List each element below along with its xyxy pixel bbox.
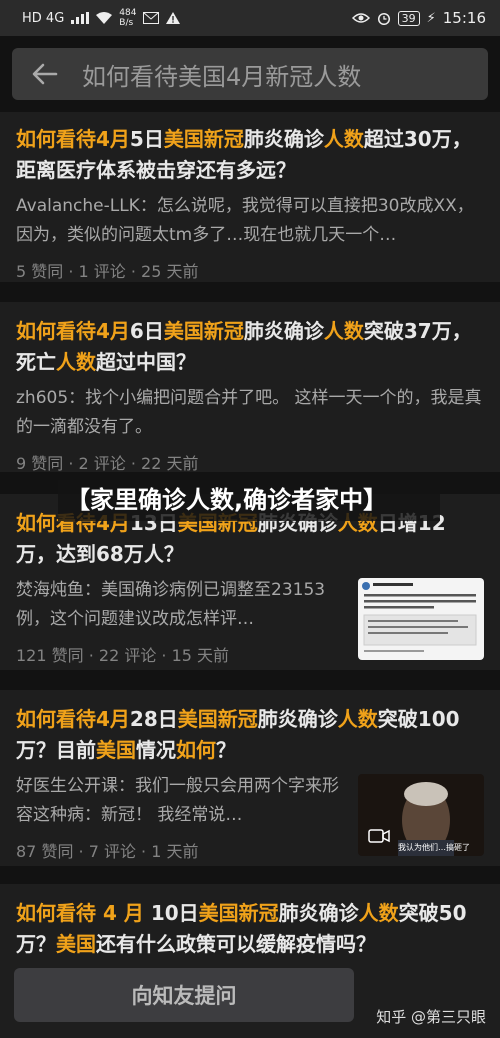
search-query[interactable]: 如何看待美国4月新冠人数 (82, 57, 361, 92)
video-thumbnail[interactable]: 我认为他们…搞砸了 (358, 774, 484, 856)
network-speed: 484 B/s (119, 8, 137, 28)
result-card[interactable]: 如何看待4月6日美国新冠肺炎确诊人数突破37万，死亡人数超过中国？ zh605：… (0, 302, 500, 473)
back-arrow-icon (32, 63, 58, 85)
mail-icon (143, 12, 160, 24)
tweet-thumbnail[interactable] (358, 578, 484, 660)
tweet-image-icon (362, 582, 477, 652)
result-excerpt: zh605：找个小编把问题合并了吧。 这样一天一个的，我是真的一滴都没有了。 (16, 388, 482, 437)
network-type: HD 4G (22, 10, 65, 26)
overlay-headline: 【家里确诊人数,确诊者家中】 (58, 480, 440, 521)
search-bar[interactable]: 如何看待美国4月新冠人数 (12, 48, 488, 100)
wifi-icon (96, 12, 113, 24)
result-meta: 9 赞同 · 2 评论 · 22 天前 (16, 454, 199, 473)
charging-icon: ⚡ (426, 10, 436, 26)
result-card[interactable]: 如何看待4月28日美国新冠肺炎确诊人数突破100万？目前美国情况如何？ 好医生公… (0, 690, 500, 866)
signal-icon (71, 12, 90, 24)
result-title[interactable]: 如何看待 4 月 10日美国新冠肺炎确诊人数突破50万？美国还有什么政策可以缓解… (16, 898, 484, 960)
watermark: 知乎 @第三只眼 (376, 1008, 486, 1026)
result-title[interactable]: 如何看待4月5日美国新冠肺炎确诊人数超过30万，距离医疗体系被击穿还有多远？ (16, 124, 484, 186)
video-caption: 我认为他们…搞砸了 (398, 843, 470, 852)
result-excerpt: 好医生公开课：我们一般只会用两个字来形容这种病：新冠！ 我经常说… (16, 776, 339, 825)
result-title[interactable]: 如何看待4月6日美国新冠肺炎确诊人数突破37万，死亡人数超过中国？ (16, 316, 484, 378)
result-excerpt: Avalanche-LLK：怎么说呢，我觉得可以直接把30改成XX，因为，类似的… (16, 196, 474, 245)
result-meta: 5 赞同 · 1 评论 · 25 天前 (16, 262, 199, 281)
alarm-icon (377, 12, 390, 25)
eye-icon (351, 13, 370, 23)
result-card[interactable]: 如何看待4月5日美国新冠肺炎确诊人数超过30万，距离医疗体系被击穿还有多远？ A… (0, 112, 500, 282)
back-button[interactable] (30, 59, 60, 89)
warning-icon (166, 12, 181, 24)
status-bar: HD 4G 484 B/s 39 ⚡ 15:16 (0, 0, 500, 36)
ask-question-label: 向知友提问 (131, 984, 237, 1008)
ask-question-button[interactable]: 向知友提问 (14, 968, 354, 1022)
result-title[interactable]: 如何看待4月28日美国新冠肺炎确诊人数突破100万？目前美国情况如何？ (16, 704, 484, 766)
battery-level: 39 (397, 10, 420, 26)
clock: 15:16 (442, 9, 486, 27)
video-camera-icon (368, 829, 390, 843)
result-excerpt: 焚海炖鱼：美国确诊病例已调整至23153例，这个问题建议改成怎样评… (16, 580, 326, 629)
overlay-headline-text: 【家里确诊人数,确诊者家中】 (66, 486, 388, 514)
